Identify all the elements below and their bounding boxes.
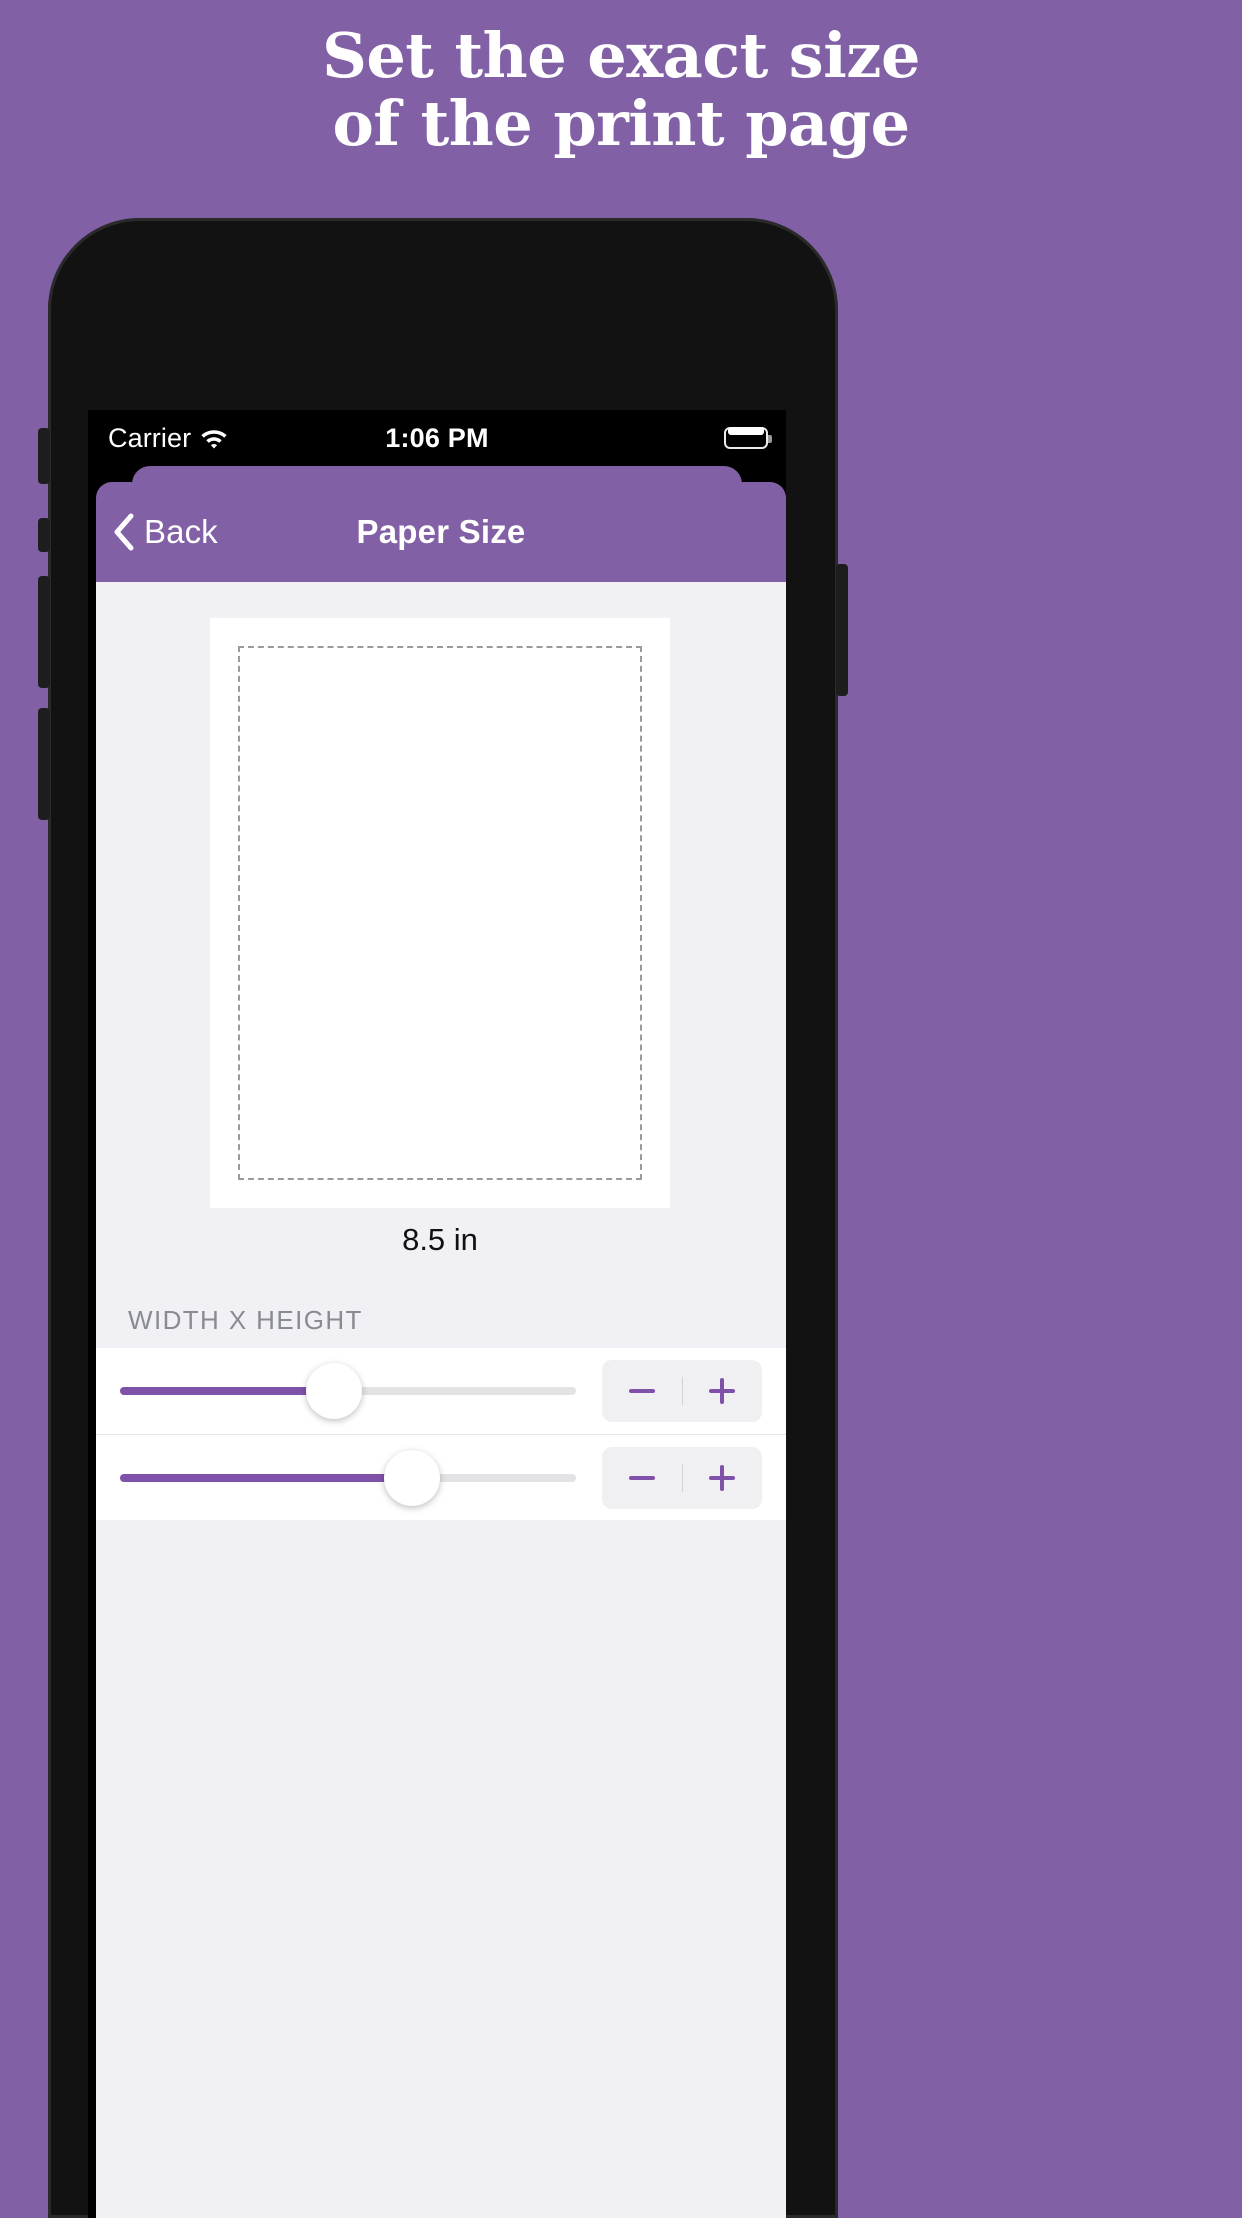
volume-down-button bbox=[38, 576, 50, 688]
plus-icon bbox=[707, 1463, 737, 1493]
height-slider-fill bbox=[120, 1473, 412, 1482]
section-header-width-height: WIDTH X HEIGHT bbox=[128, 1305, 363, 1335]
phone-screen: Carrier 1:06 PM Back Paper Size 8.5 in W… bbox=[88, 410, 786, 2218]
paper-sheet bbox=[210, 618, 670, 1208]
plus-icon bbox=[707, 1376, 737, 1406]
side-button-extra bbox=[38, 708, 50, 820]
promo-headline: Set the exact size of the print page bbox=[0, 22, 1242, 158]
width-slider-fill bbox=[120, 1387, 335, 1395]
status-bar: Carrier 1:06 PM bbox=[88, 410, 786, 466]
page-title: Paper Size bbox=[356, 513, 526, 550]
width-decrement-button[interactable] bbox=[602, 1360, 682, 1422]
battery-full-icon bbox=[724, 427, 772, 449]
status-bar-time: 1:06 PM bbox=[385, 422, 489, 453]
battery-fill bbox=[728, 427, 764, 435]
headline-line-2: of the print page bbox=[332, 87, 910, 160]
settings-rows bbox=[96, 1348, 786, 1580]
width-stepper bbox=[602, 1360, 762, 1422]
rows-bottom-spacer bbox=[96, 1520, 786, 1580]
paper-width-label: 8.5 in bbox=[402, 1222, 478, 1257]
height-slider-knob[interactable] bbox=[383, 1449, 440, 1506]
paper-margin-guide bbox=[238, 646, 642, 1180]
width-row bbox=[96, 1348, 786, 1434]
height-increment-button[interactable] bbox=[683, 1447, 763, 1509]
headline-line-1: Set the exact size bbox=[322, 19, 920, 92]
width-slider-knob[interactable] bbox=[306, 1363, 363, 1419]
phone-mockup: Carrier 1:06 PM Back Paper Size 8.5 in W… bbox=[38, 218, 848, 2218]
minus-icon bbox=[627, 1463, 657, 1493]
height-slider[interactable] bbox=[120, 1435, 576, 1521]
volume-up-button bbox=[38, 518, 50, 552]
power-button bbox=[836, 564, 848, 696]
width-increment-button[interactable] bbox=[683, 1360, 763, 1422]
navigation-bar: Back Paper Size bbox=[96, 482, 786, 582]
battery-cap bbox=[768, 435, 772, 443]
paper-size-content: 11 in 8.5 in WIDTH X HEIGHT bbox=[96, 582, 786, 2218]
paper-height-label: 11 in bbox=[140, 582, 180, 618]
status-bar-right bbox=[724, 410, 772, 466]
height-row bbox=[96, 1434, 786, 1520]
paper-preview: 11 in 8.5 in bbox=[96, 582, 786, 1292]
minus-icon bbox=[627, 1376, 657, 1406]
height-decrement-button[interactable] bbox=[602, 1447, 682, 1509]
width-slider[interactable] bbox=[120, 1348, 576, 1434]
height-stepper bbox=[602, 1446, 763, 1509]
mute-switch bbox=[38, 428, 50, 484]
